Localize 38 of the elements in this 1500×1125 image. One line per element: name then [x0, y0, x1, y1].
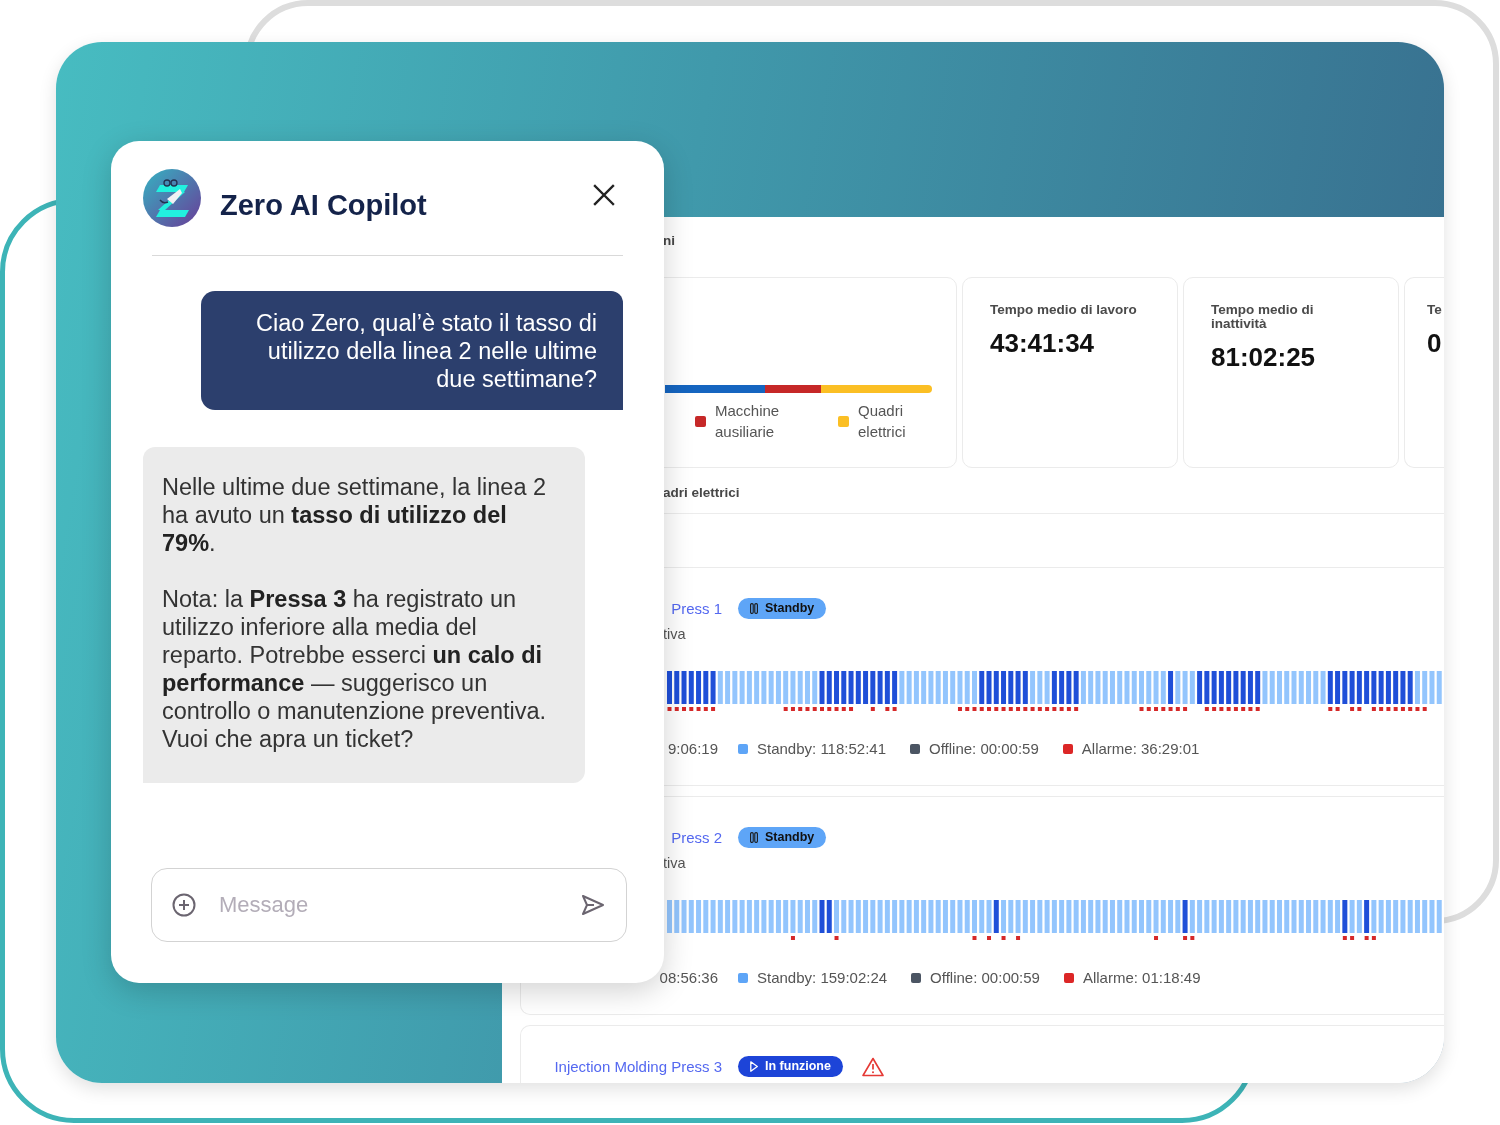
play-icon: [750, 1061, 758, 1072]
metric-title: Tempo medio di inattività: [1211, 303, 1315, 331]
metric-value: 43:41:34: [990, 328, 1095, 358]
legend-label: 9:06:19: [667, 739, 718, 759]
chat-title: Zero AI Copilot: [220, 188, 427, 222]
legend-label: Allarme: 36:29:01: [1081, 739, 1200, 759]
legend-label: 08:56:36: [659, 968, 718, 988]
metric-title: Tempo medio di lavoro: [990, 303, 1137, 317]
pause-icon: [750, 832, 758, 843]
machine-subtitle: tiva: [663, 625, 686, 644]
close-icon[interactable]: [593, 184, 615, 206]
message-text: Ciao Zero, qual’è stato il tasso di utilizzo della linea 2 nelle ultime due settimane?: [255, 309, 597, 393]
machine-link[interactable]: Press 2: [671, 827, 722, 848]
status-label: Standby: [765, 601, 815, 616]
machine-link[interactable]: Press 1: [671, 598, 722, 619]
message-text: Nelle ultime due settimane, la linea 2 ha avuto un tasso di utilizzo del 79%.: [162, 473, 548, 557]
section-title: adri elettrici: [663, 485, 740, 501]
send-icon[interactable]: [581, 894, 605, 916]
plus-circle-icon[interactable]: [172, 893, 196, 917]
machine-link[interactable]: Injection Molding Press 3: [554, 1056, 722, 1077]
z-logo-icon: [143, 169, 201, 227]
legend-label: Allarme: 01:18:49: [1082, 968, 1201, 988]
machine-subtitle: tiva: [663, 854, 686, 873]
message-text: Nota: la Pressa 3 ha registrato un utilizzo inferiore alla media del reparto. Potrebbe esserci un calo di performance — suggerisco un controllo o manutenzione preventiva. Vuoi che apra un ticket?: [162, 585, 548, 753]
section-title: ni: [663, 233, 675, 249]
status-label: In funzione: [765, 1059, 831, 1074]
status-label: Standby: [765, 830, 815, 845]
legend-label: Quadri elettrici: [858, 401, 907, 442]
legend-label: Offline: 00:00:59: [929, 739, 1039, 759]
legend-label: Standby: 159:02:24: [757, 968, 888, 988]
metric-value: 81:02:25: [1211, 342, 1316, 372]
metric-value: 0: [1427, 328, 1442, 358]
legend-label: Offline: 00:00:59: [930, 968, 1040, 988]
message-field[interactable]: Message: [151, 868, 627, 942]
legend-label: Standby: 118:52:41: [757, 739, 886, 759]
pause-icon: [750, 603, 758, 614]
metric-title: Te: [1427, 303, 1442, 317]
legend-label: Macchine ausiliarie: [715, 401, 781, 442]
